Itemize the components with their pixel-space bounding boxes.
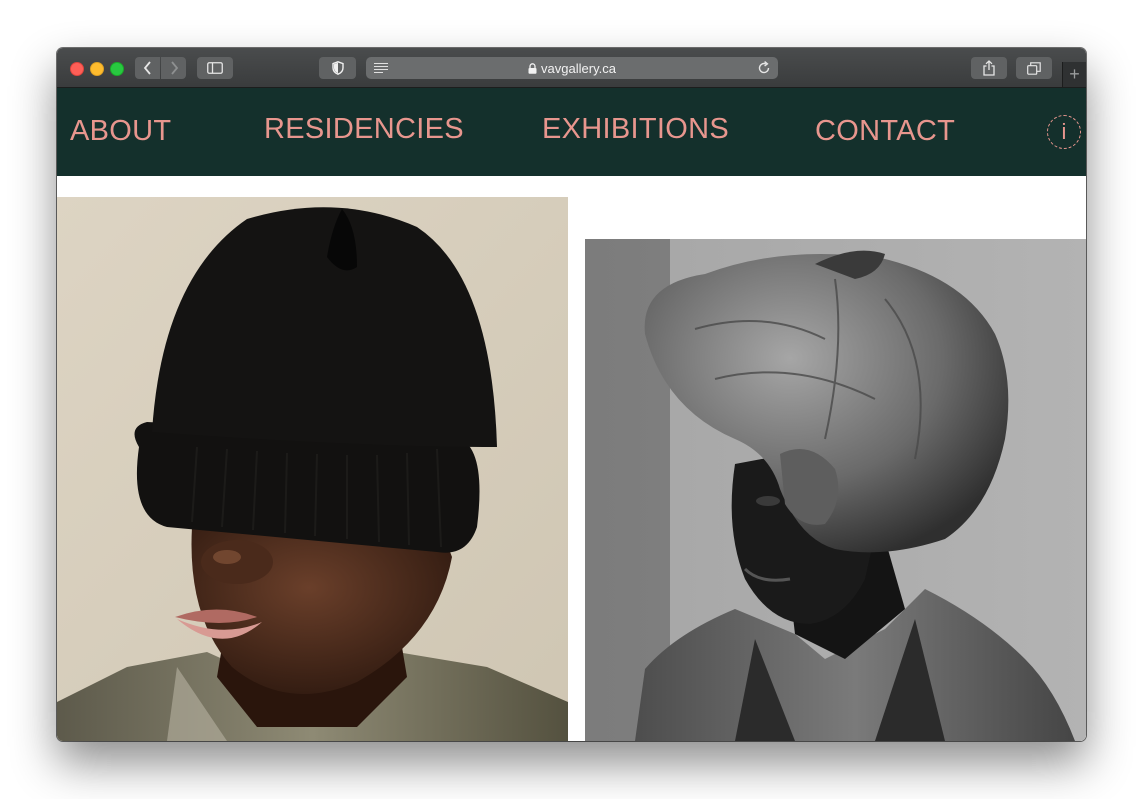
close-window-button[interactable] [70, 62, 84, 76]
reader-view-icon[interactable] [374, 62, 388, 74]
gallery-content [57, 176, 1086, 741]
chevron-left-icon [143, 61, 151, 75]
tabs-icon [1027, 61, 1041, 75]
info-button[interactable]: i [1047, 115, 1081, 149]
lock-icon [528, 62, 537, 74]
share-button[interactable] [971, 57, 1007, 79]
shield-icon [331, 61, 344, 75]
plus-icon: + [1069, 64, 1080, 84]
nav-link-exhibitions[interactable]: EXHIBITIONS [542, 113, 729, 146]
share-icon [983, 60, 995, 76]
reload-icon[interactable] [756, 60, 772, 76]
back-button[interactable] [135, 57, 160, 79]
site-navigation: ABOUT RESIDENCIES EXHIBITIONS CONTACT i [57, 88, 1086, 176]
nav-link-residencies[interactable]: RESIDENCIES [264, 113, 464, 146]
privacy-report-button[interactable] [319, 57, 356, 79]
sidebar-icon [207, 62, 223, 74]
sidebar-toggle-button[interactable] [197, 57, 233, 79]
browser-window: vavgallery.ca + ABOUT RESIDENCIES EXHIBI… [57, 48, 1086, 741]
url-text: vavgallery.ca [541, 60, 616, 76]
nav-link-about[interactable]: ABOUT [70, 115, 171, 148]
address-bar[interactable]: vavgallery.ca [366, 57, 778, 79]
tab-overview-button[interactable] [1016, 57, 1052, 79]
browser-toolbar: vavgallery.ca + [57, 48, 1086, 88]
zoom-window-button[interactable] [110, 62, 124, 76]
new-tab-button[interactable]: + [1062, 62, 1086, 87]
chevron-right-icon [170, 61, 178, 75]
forward-button[interactable] [161, 57, 186, 79]
portrait-head-wrap-bw-photo[interactable] [585, 239, 1086, 741]
portrait-black-beanie-photo[interactable] [57, 197, 568, 741]
nav-link-contact[interactable]: CONTACT [815, 115, 955, 148]
minimize-window-button[interactable] [90, 62, 104, 76]
info-icon: i [1061, 119, 1067, 144]
